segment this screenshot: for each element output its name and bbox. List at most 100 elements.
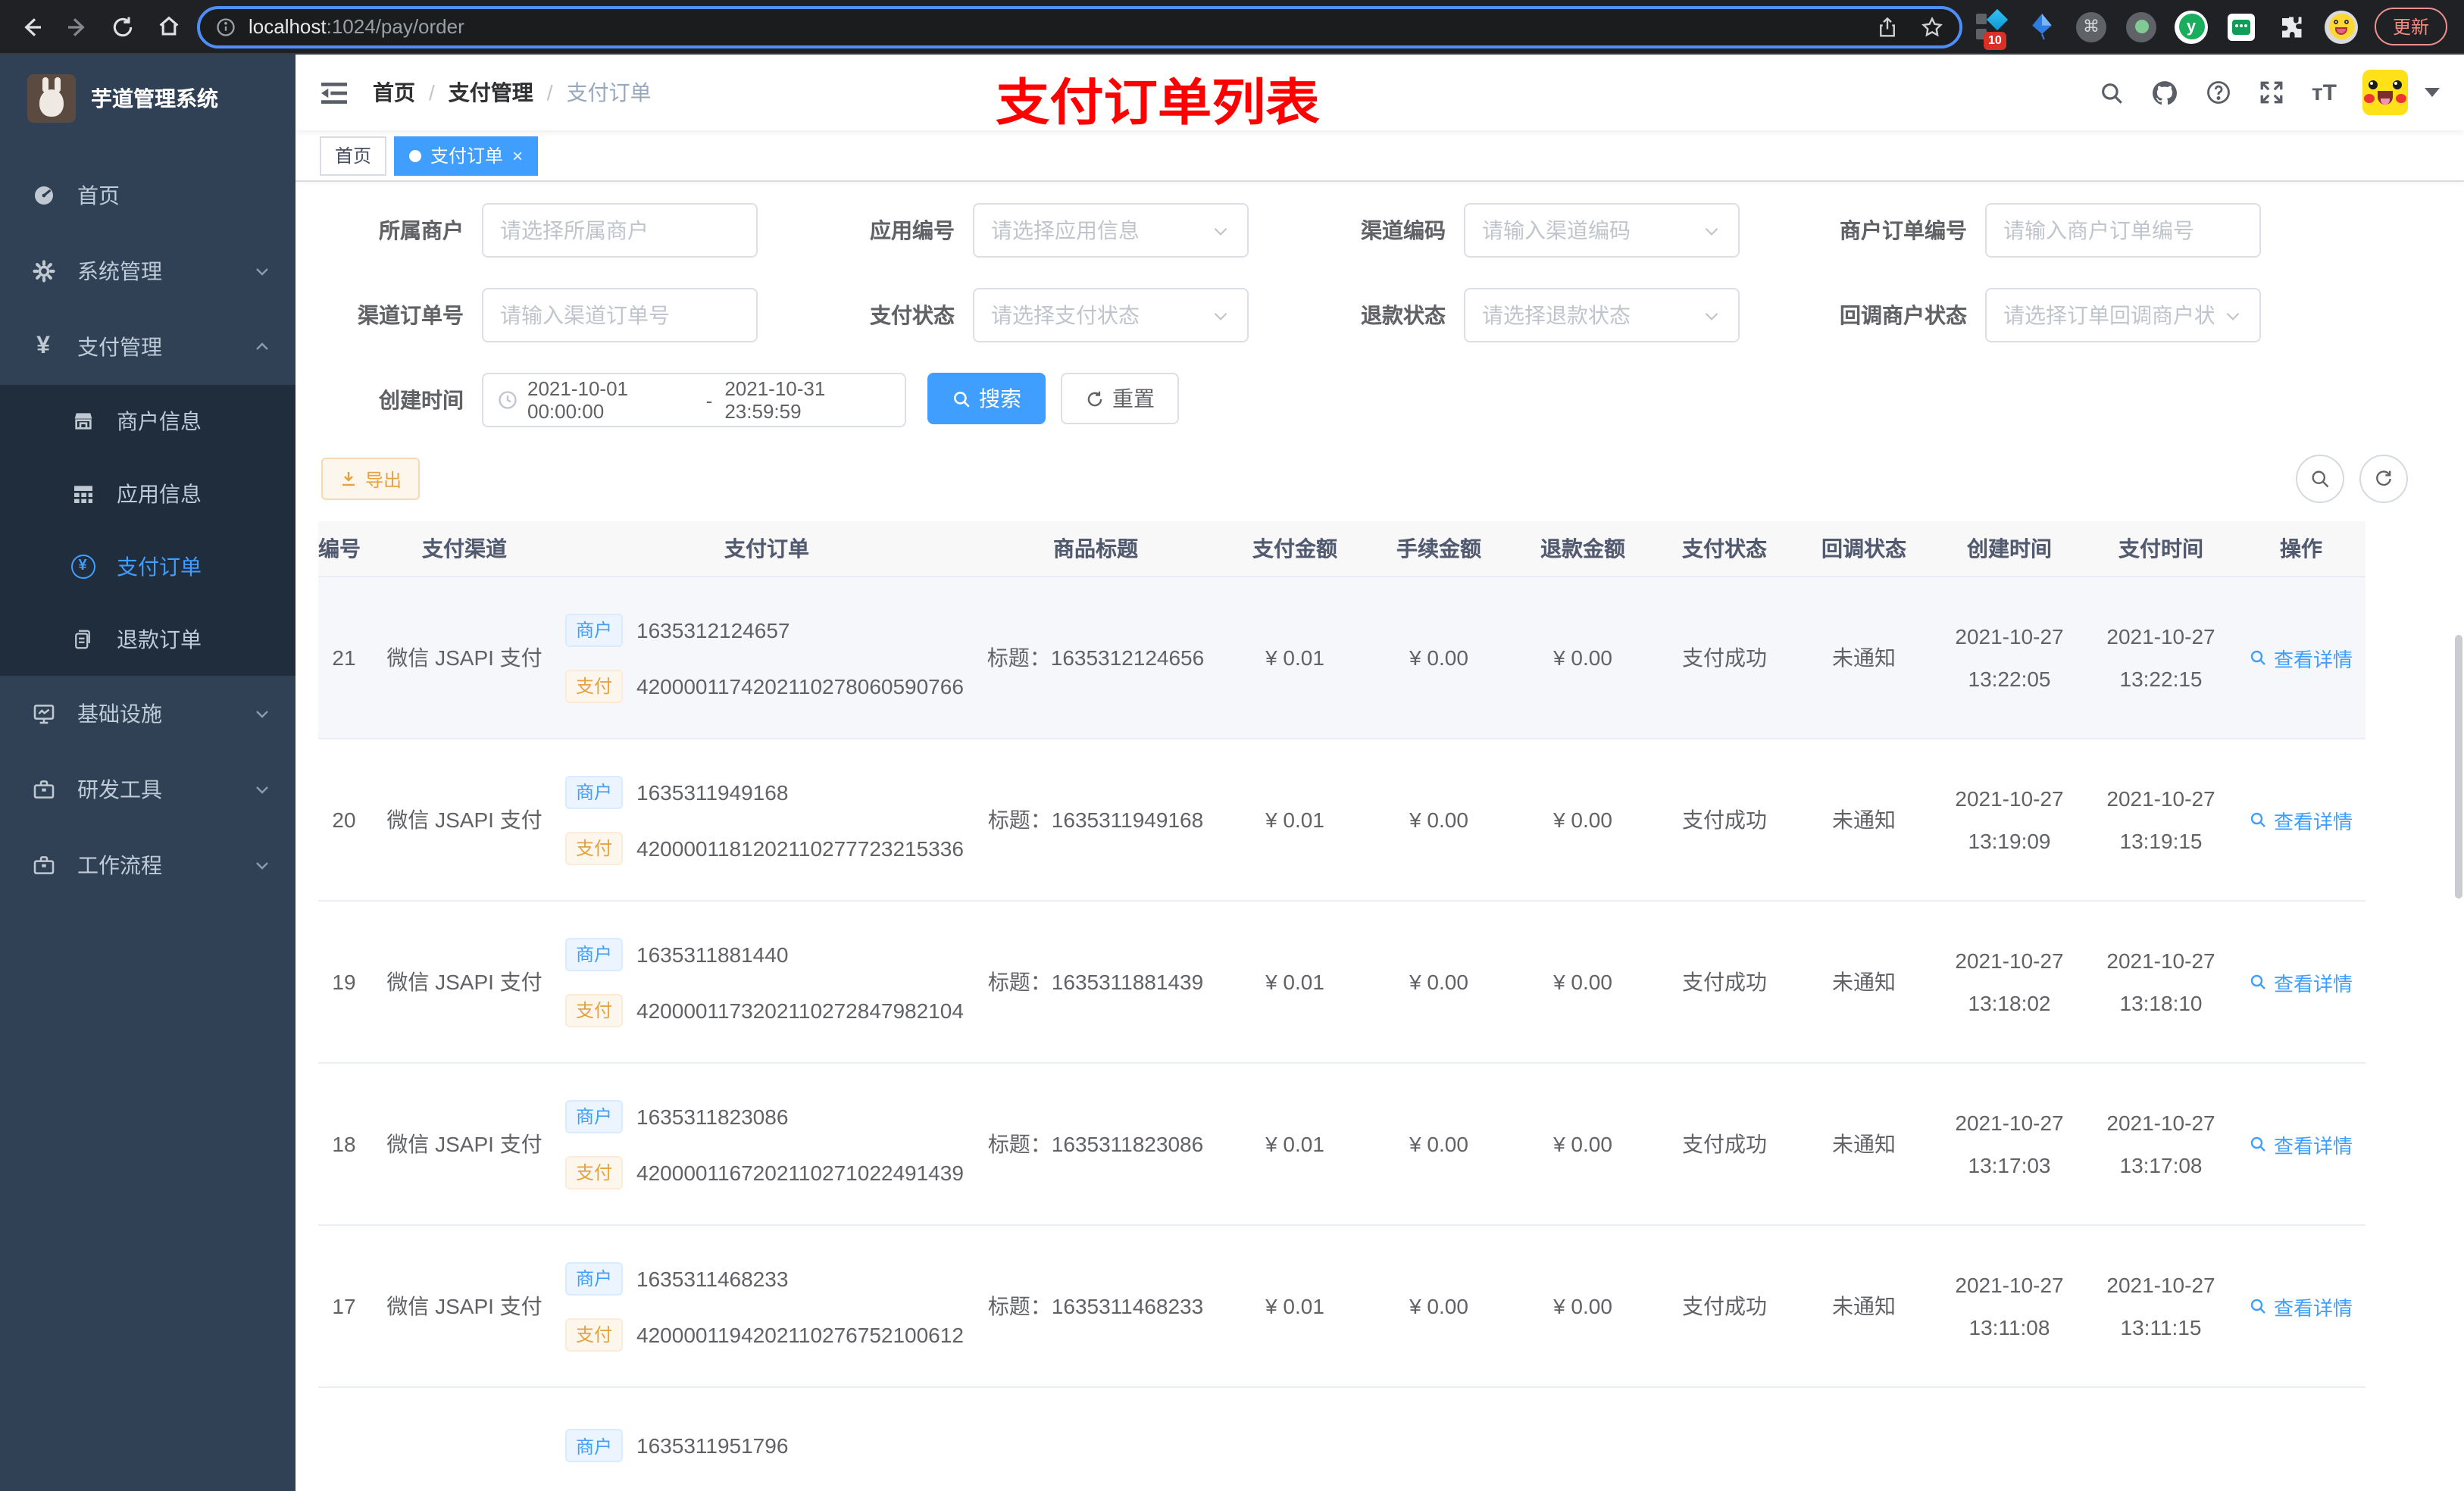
pay-amount: ¥ 0.01 — [1265, 808, 1324, 832]
date-range-input[interactable]: 2021-10-01 00:00:00 - 2021-10-31 23:59:5… — [482, 373, 906, 427]
font-size-icon[interactable]: ᴛT — [2312, 80, 2337, 105]
extension-green-dot-icon[interactable] — [2125, 10, 2158, 43]
callback-status-select[interactable]: 请选择订单回调商户状态 — [1985, 288, 2261, 342]
product-title: 标题：1635311468233 — [987, 1294, 1204, 1318]
table-row[interactable]: 19 微信 JSAPI 支付 商户 1635311881440 支付 42000… — [318, 902, 2366, 1064]
tab-close-icon[interactable]: × — [512, 146, 523, 164]
avatar-caret-icon[interactable] — [2425, 88, 2440, 97]
view-detail-link[interactable]: 查看详情 — [2250, 805, 2353, 834]
reset-button[interactable]: 重置 — [1061, 373, 1179, 424]
pay-channel: 微信 JSAPI 支付 — [386, 808, 543, 832]
refresh-button[interactable] — [2359, 455, 2408, 503]
channel-pay-no: 4200001181202110277723215336 — [636, 836, 964, 860]
pay-tag: 支付 — [565, 669, 624, 702]
table-row[interactable]: 商户 1635311951796 查看详情 — [318, 1388, 2366, 1491]
breadcrumb-home[interactable]: 首页 — [373, 77, 415, 108]
tag-pay-order[interactable]: 支付订单 × — [394, 136, 539, 175]
extension-y-icon[interactable]: y — [2175, 10, 2208, 43]
filter-app-no: 应用编号 请选择应用信息 — [809, 203, 1249, 258]
order-id: 17 — [332, 1294, 356, 1318]
merchant-order-no: 1635311468233 — [636, 1266, 789, 1290]
table-row[interactable]: 21 微信 JSAPI 支付 商户 1635312124657 支付 42000… — [318, 577, 2366, 739]
pay-time: 2021-10-27 13:22:15 — [2106, 624, 2215, 690]
merchant-order-no-input[interactable] — [2003, 218, 2243, 242]
extension-command-icon[interactable]: ⌘ — [2075, 10, 2108, 43]
breadcrumb-payment[interactable]: 支付管理 — [449, 77, 533, 108]
table-row[interactable]: 18 微信 JSAPI 支付 商户 1635311823086 支付 42000… — [318, 1064, 2366, 1226]
create-time: 2021-10-27 13:11:08 — [1955, 1272, 2064, 1339]
briefcase-icon — [30, 853, 56, 877]
view-detail-link[interactable]: 查看详情 — [2250, 643, 2353, 672]
sidebar-item-dev-tools[interactable]: 研发工具 — [0, 752, 295, 827]
table-row[interactable]: 17 微信 JSAPI 支付 商户 1635311468233 支付 42000… — [318, 1226, 2366, 1388]
channel-pay-no: 4200001174202110278060590766 — [636, 674, 964, 698]
top-navbar: 首页 / 支付管理 / 支付订单 支付订单列表 ᴛT — [295, 55, 2464, 130]
search-icon[interactable] — [2100, 80, 2125, 105]
sidebar-item-system[interactable]: 系统管理 — [0, 233, 295, 309]
browser-back-icon[interactable] — [15, 10, 48, 43]
channel-order-no-input[interactable] — [500, 303, 740, 327]
chevron-down-icon — [1702, 220, 1721, 240]
browser-home-icon[interactable] — [152, 10, 185, 43]
chevron-up-icon — [253, 338, 271, 356]
github-icon[interactable] — [2151, 78, 2180, 107]
create-time: 2021-10-27 13:19:09 — [1955, 786, 2064, 852]
vertical-scrollbar[interactable] — [2455, 635, 2462, 899]
date-start: 2021-10-01 00:00:00 — [527, 377, 628, 423]
pay-status-select[interactable]: 请选择支付状态 — [973, 288, 1249, 342]
app-logo[interactable]: 芋道管理系统 — [0, 55, 295, 142]
pay-channel: 微信 JSAPI 支付 — [386, 1294, 543, 1318]
sidebar-item-refund-order[interactable]: 退款订单 — [0, 603, 295, 676]
table-body: 21 微信 JSAPI 支付 商户 1635312124657 支付 42000… — [318, 577, 2366, 1491]
order-id: 20 — [332, 808, 356, 832]
bookmark-star-icon[interactable] — [1920, 14, 1944, 39]
sidebar-item-infrastructure[interactable]: 基础设施 — [0, 676, 295, 752]
extension-chat-icon[interactable] — [2225, 10, 2258, 43]
sidebar-item-app-info[interactable]: 应用信息 — [0, 458, 295, 530]
toggle-search-button[interactable] — [2296, 455, 2344, 503]
gear-icon — [30, 259, 56, 283]
channel-code-select[interactable]: 请输入渠道编码 — [1464, 203, 1740, 258]
sidebar-item-pay-order[interactable]: ¥ 支付订单 — [0, 530, 295, 603]
export-button[interactable]: 导出 — [321, 458, 421, 500]
merchant-tag: 商户 — [565, 937, 624, 971]
tags-view: 首页 支付订单 × — [295, 130, 2464, 182]
pay-order-cell: 商户 1635311823086 支付 42000011672021102710… — [559, 1099, 968, 1189]
app-no-select[interactable]: 请选择应用信息 — [973, 203, 1249, 258]
view-detail-link[interactable]: 查看详情 — [2250, 1130, 2353, 1158]
url-bar[interactable]: localhost:1024/pay/order — [197, 5, 1962, 48]
sidebar-item-payment[interactable]: ¥ 支付管理 — [0, 309, 295, 385]
fullscreen-icon[interactable] — [2259, 79, 2286, 106]
pay-status: 支付成功 — [1682, 645, 1767, 670]
share-icon[interactable] — [1876, 14, 1899, 39]
sidebar-item-home[interactable]: 首页 — [0, 158, 295, 233]
extension-diamond-icon[interactable]: 10 — [1975, 8, 2009, 49]
chrome-update-button[interactable]: 更新 — [2375, 8, 2448, 45]
product-title: 标题：1635311823086 — [987, 1132, 1204, 1156]
sidebar-item-workflow[interactable]: 工作流程 — [0, 827, 295, 903]
filter-merchant-order-no: 商户订单编号 — [1791, 203, 2261, 258]
help-icon[interactable] — [2206, 79, 2233, 106]
view-detail-link[interactable]: 查看详情 — [2250, 967, 2353, 996]
avatar[interactable] — [2362, 70, 2408, 115]
site-info-icon[interactable] — [215, 16, 236, 37]
merchant-input[interactable] — [500, 218, 740, 242]
sidebar-item-merchant-info[interactable]: 商户信息 — [0, 385, 295, 458]
search-button[interactable]: 搜索 — [927, 373, 1046, 424]
browser-forward-icon[interactable] — [61, 10, 94, 43]
filter-refund-status: 退款状态 请选择退款状态 — [1300, 288, 1740, 342]
create-time: 2021-10-27 13:18:02 — [1955, 948, 2064, 1014]
table-row[interactable]: 20 微信 JSAPI 支付 商户 1635311949168 支付 42000… — [318, 739, 2366, 902]
extension-kite-icon[interactable] — [2025, 10, 2058, 43]
tag-home[interactable]: 首页 — [320, 136, 387, 175]
refund-status-select[interactable]: 请选择退款状态 — [1464, 288, 1740, 342]
extensions-puzzle-icon[interactable] — [2275, 10, 2308, 43]
extension-emoji-icon[interactable] — [2325, 10, 2358, 43]
sidebar-collapse-icon[interactable] — [320, 80, 349, 105]
chevron-down-icon — [253, 705, 271, 723]
browser-reload-icon[interactable] — [106, 10, 139, 43]
date-end: 2021-10-31 23:59:59 — [724, 377, 826, 423]
view-detail-link[interactable]: 查看详情 — [2250, 1292, 2353, 1321]
channel-pay-no: 4200001194202110276752100612 — [636, 1322, 964, 1346]
create-time: 2021-10-27 13:22:05 — [1955, 624, 2064, 690]
